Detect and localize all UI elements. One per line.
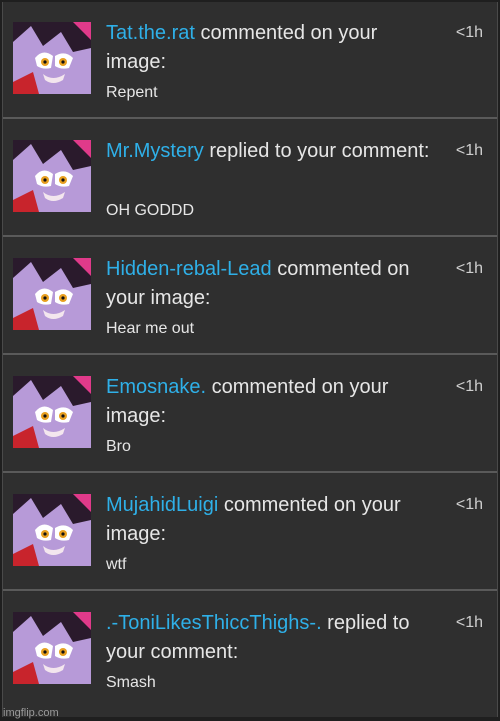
cat-avatar-icon[interactable] (13, 376, 91, 448)
cat-avatar-icon[interactable] (13, 140, 91, 212)
notification-row[interactable]: .-ToniLikesThiccThighs-. replied to your… (3, 592, 497, 717)
username-link[interactable]: Hidden-rebal-Lead (106, 258, 272, 280)
username-link[interactable]: Emosnake. (106, 376, 206, 398)
notification-message: Emosnake. commented on your image: (106, 373, 436, 431)
cat-avatar-icon[interactable] (13, 612, 91, 684)
avatar-art (13, 258, 91, 330)
notification-message: MujahidLuigi commented on your image: (106, 491, 436, 549)
notification-message: Hidden-rebal-Lead commented on your imag… (106, 255, 436, 313)
timestamp: <1h (455, 378, 483, 395)
comment-text: Hear me out (106, 320, 195, 337)
timestamp: <1h (455, 24, 483, 41)
username-link[interactable]: Mr.Mystery (106, 140, 204, 162)
notification-message: .-ToniLikesThiccThighs-. replied to your… (106, 609, 436, 667)
username-link[interactable]: .-ToniLikesThiccThighs-. (106, 612, 322, 634)
cat-avatar-icon[interactable] (13, 258, 91, 330)
username-link[interactable]: MujahidLuigi (106, 494, 218, 516)
timestamp: <1h (455, 496, 483, 513)
timestamp: <1h (455, 614, 483, 631)
screenshot-frame: Tat.the.rat commented on your image: Rep… (0, 0, 500, 721)
notification-row[interactable]: Tat.the.rat commented on your image: Rep… (3, 2, 497, 119)
timestamp: <1h (455, 260, 483, 277)
avatar-art (13, 612, 91, 684)
notification-row[interactable]: Hidden-rebal-Lead commented on your imag… (3, 238, 497, 355)
comment-text: OH GODDD (106, 202, 194, 219)
notification-action: replied to your comment: (203, 140, 430, 162)
notification-row[interactable]: Emosnake. commented on your image: Bro <… (3, 356, 497, 473)
notification-message: Tat.the.rat commented on your image: (106, 19, 436, 77)
cat-avatar-icon[interactable] (13, 22, 91, 94)
notification-message: Mr.Mystery replied to your comment: (106, 137, 436, 166)
avatar-art (13, 376, 91, 448)
cat-avatar-icon[interactable] (13, 494, 91, 566)
notification-list: Tat.the.rat commented on your image: Rep… (2, 2, 498, 717)
comment-text: Smash (106, 674, 156, 691)
avatar-art (13, 22, 91, 94)
avatar-art (13, 494, 91, 566)
comment-text: wtf (106, 556, 127, 573)
watermark: imgflip.com (3, 707, 59, 719)
comment-text: Repent (106, 84, 158, 101)
avatar-art (13, 140, 91, 212)
notification-row[interactable]: Mr.Mystery replied to your comment: OH G… (3, 120, 497, 237)
comment-text: Bro (106, 438, 131, 455)
timestamp: <1h (455, 142, 483, 159)
notification-row[interactable]: MujahidLuigi commented on your image: wt… (3, 474, 497, 591)
username-link[interactable]: Tat.the.rat (106, 22, 195, 44)
